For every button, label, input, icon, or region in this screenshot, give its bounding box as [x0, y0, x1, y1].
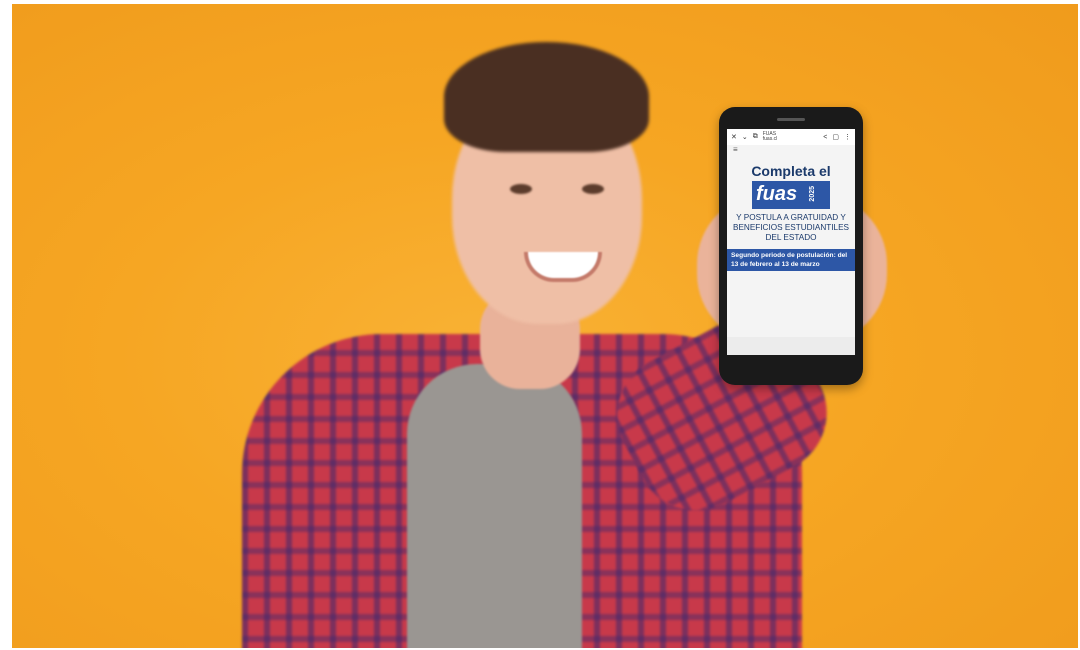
photo-scene: ✕ ⌄ ⧉ FUAS fuas.cl < ▢ ⋮ ≡ Completa el f… — [12, 4, 1078, 648]
smiling-man — [12, 4, 1078, 648]
bookmark-icon[interactable]: ▢ — [832, 133, 839, 141]
tagline: Y POSTULA A GRATUIDAD Y BENEFICIOS ESTUD… — [732, 213, 849, 242]
phone-speaker — [777, 118, 805, 121]
fuas-logo: fuas 2025 — [751, 181, 831, 209]
phone-screen: ✕ ⌄ ⧉ FUAS fuas.cl < ▢ ⋮ ≡ Completa el f… — [727, 129, 855, 355]
smartphone: ✕ ⌄ ⧉ FUAS fuas.cl < ▢ ⋮ ≡ Completa el f… — [719, 107, 863, 385]
hair — [444, 42, 649, 152]
headline: Completa el — [751, 163, 831, 179]
browser-toolbar: ✕ ⌄ ⧉ FUAS fuas.cl < ▢ ⋮ — [727, 129, 855, 145]
left-eye — [510, 184, 532, 194]
more-icon[interactable]: ⋮ — [844, 133, 851, 141]
fuas-logo-year: 2025 — [809, 186, 817, 202]
chevron-down-icon[interactable]: ⌄ — [742, 133, 748, 141]
fuas-logo-text: fuas — [755, 183, 798, 205]
gray-tshirt — [407, 364, 582, 648]
tabs-icon[interactable]: ⧉ — [753, 133, 758, 141]
application-period-banner: Segundo periodo de postulación: del 13 d… — [727, 249, 855, 271]
close-icon[interactable]: ✕ — [731, 133, 737, 141]
share-icon[interactable]: < — [823, 134, 827, 141]
right-eye — [582, 184, 604, 194]
hamburger-menu-icon[interactable]: ≡ — [733, 145, 738, 154]
screen-bottom-strip — [727, 337, 855, 355]
browser-site-subtitle: fuas.cl — [762, 136, 778, 142]
